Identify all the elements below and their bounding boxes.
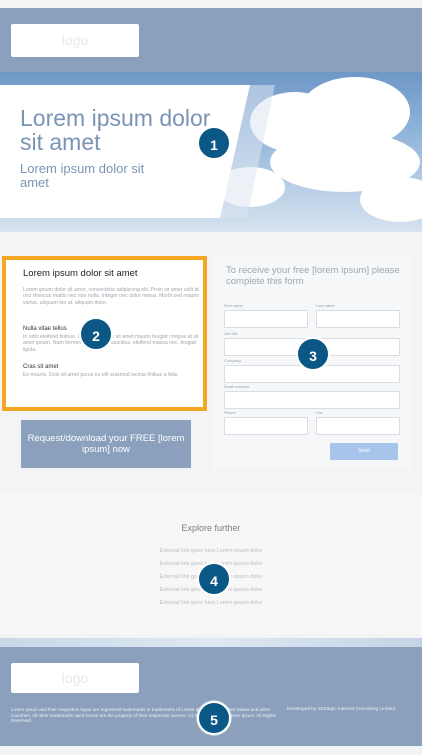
fax-field[interactable]	[316, 417, 400, 435]
company-label: Company	[224, 358, 242, 363]
developer-credit[interactable]: Developed by Strategic Internet Consulti…	[287, 707, 415, 712]
send-button[interactable]: Send	[330, 443, 398, 460]
header-logo[interactable]: logo	[11, 24, 139, 57]
section-paragraph: Ex mauris. Duis sit amet purus eu elit e…	[23, 372, 179, 378]
last-name-label: Last name	[316, 303, 335, 308]
external-link[interactable]: External link goes here Lorem ipsum dolo…	[0, 600, 422, 606]
intro-paragraph: Lorem ipsum dolor sit amet, consectetur …	[23, 287, 199, 306]
form-title: To receive your free [lorem ipsum] pleas…	[226, 265, 400, 287]
phone-field[interactable]	[224, 417, 308, 435]
external-link[interactable]: External link goes here Lorem ipsum dolo…	[0, 548, 422, 554]
explore-title: Explore further	[181, 523, 241, 533]
legal-notice: Lorem Ipsum and their respective logos a…	[11, 707, 276, 724]
email-label: Email address	[224, 384, 250, 389]
marker-3: 3	[296, 337, 330, 371]
section-heading: Nulla vitae tellus	[23, 326, 67, 332]
page: logo Lorem ipsum dolor sit amet Lorem ip…	[0, 0, 422, 755]
job-title-label: Job title	[224, 331, 238, 336]
footer-logo[interactable]: logo	[11, 663, 139, 693]
first-name-field[interactable]	[224, 310, 308, 328]
fax-label: Fax	[316, 410, 323, 415]
marker-4: 4	[197, 562, 231, 596]
phone-label: Phone	[224, 410, 236, 415]
hero-title: Lorem ipsum dolor sit amet	[20, 105, 211, 155]
marker-2: 2	[79, 317, 113, 351]
cloud-shape	[360, 177, 422, 222]
first-name-label: First name	[224, 303, 243, 308]
section-heading: Cras sit amet	[23, 364, 59, 370]
last-name-field[interactable]	[316, 310, 400, 328]
email-field[interactable]	[224, 391, 400, 409]
marker-1: 1	[197, 126, 231, 160]
footer-sky-strip	[0, 638, 422, 647]
hero-subtitle: Lorem ipsum dolor sit amet	[20, 161, 145, 190]
intro-title: Lorem ipsum dolor sit amet	[23, 268, 138, 279]
marker-5: 5	[197, 701, 231, 735]
request-download-button[interactable]: Request/download your FREE [lorem ipsum]…	[21, 420, 191, 468]
site-header: logo	[0, 8, 422, 72]
